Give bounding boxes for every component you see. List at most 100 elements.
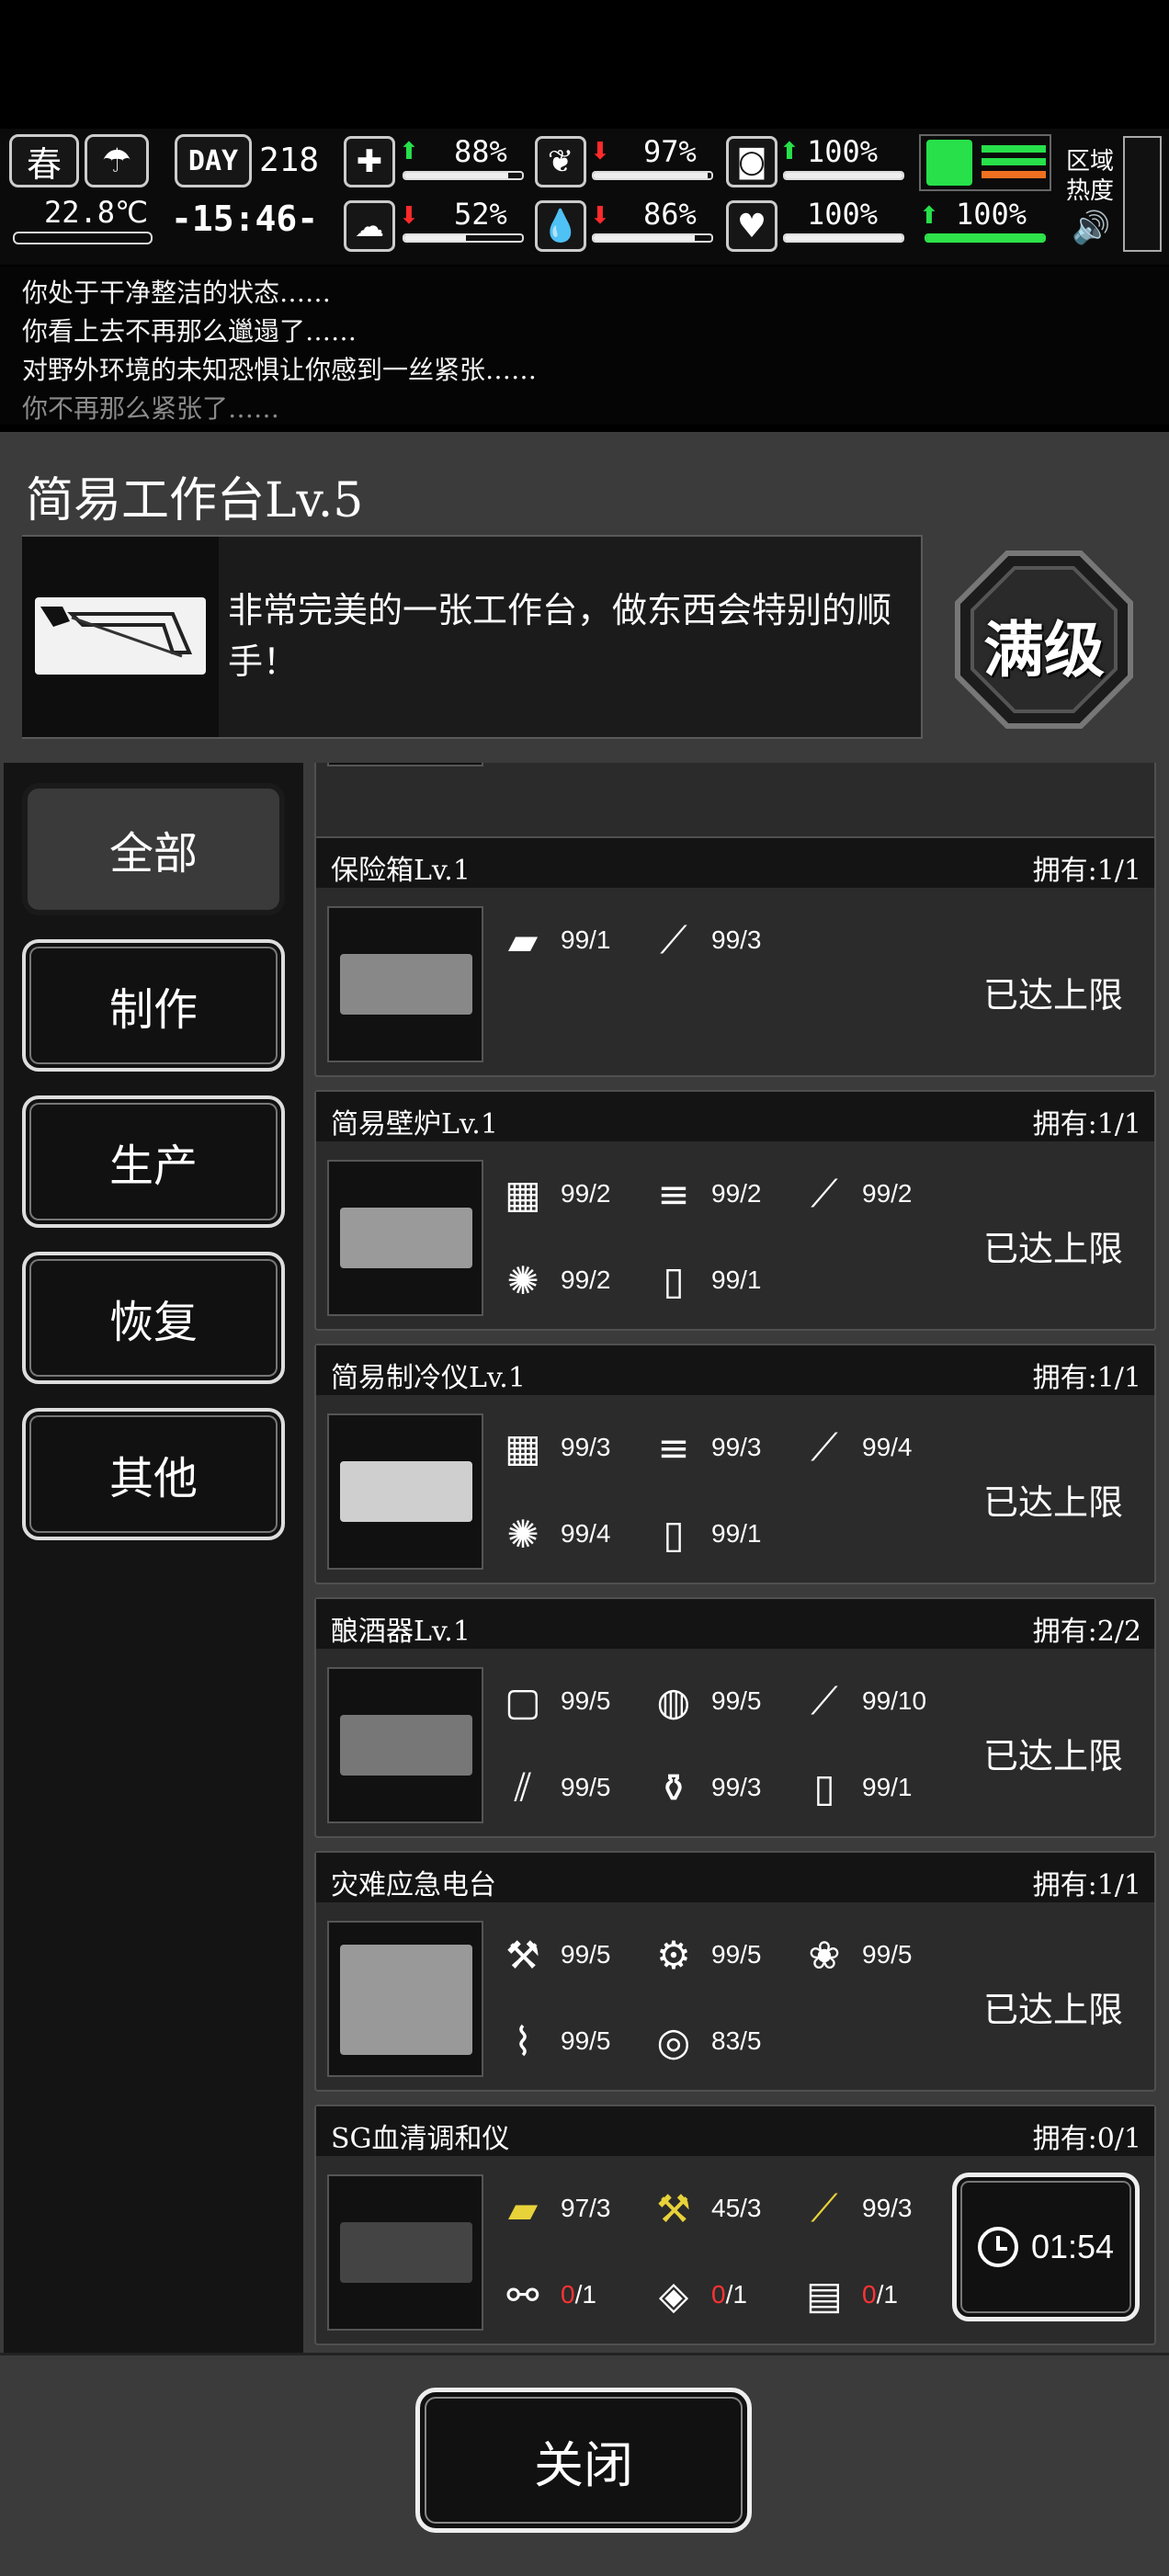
req-count: 99/5 [561,2026,611,2055]
req-count: 45/3 [711,2194,762,2222]
bottle-icon: ⚱ [657,1765,690,1810]
coil-icon: ◎ [656,2018,691,2064]
status-hud: 春 ☂ 22.8℃ DAY 218 -15:46- ✚ ⬆ 88% ❦ ⬇ 97… [0,129,1169,265]
category-label: 恢复 [108,1297,198,1348]
category-label: 制作 [108,984,198,1036]
radio-image [327,1921,483,2077]
sticks-icon: ⫽ [514,1765,532,1810]
recipe-card[interactable]: 保险箱Lv.1 拥有:1/1 ▰ 99/1 ⟋ 99/3 已达上限 [314,836,1156,1077]
recipe-card[interactable]: 简易壁炉Lv.1 拥有:1/1 ▦ 99/2 ≡ 99/2 ⟋ 99/2 ✺ 99/2 … [314,1090,1156,1331]
req-have: 0 [862,2280,877,2309]
day-count: 218 [259,142,320,179]
cooler-image [327,1413,483,1570]
recipe-owned: 拥有:0/1 [1032,2123,1141,2155]
category-produce-button[interactable]: 生产 [22,1095,285,1228]
recipe-image [327,763,483,766]
nails-icon: ⟋ [811,1678,838,1723]
temperature-readout: 22.8℃ [44,195,148,230]
trend-down-icon: ⬇ [590,138,610,165]
cloth-icon: ▢ [505,1678,541,1724]
craft-timer-button[interactable]: 01:54 [952,2173,1140,2321]
hunger-bar [592,171,713,180]
req-have: 0 [711,2280,726,2309]
trend-down-icon: ⬇ [399,202,419,230]
req-count: 99/1 [711,1265,762,1294]
fiber-icon: ✺ [506,1257,539,1303]
recipe-list[interactable]: 保险箱Lv.1 拥有:1/1 ▰ 99/1 ⟋ 99/3 已达上限 简易壁炉Lv.1… [307,763,1163,2353]
req-need: /1 [725,2280,747,2309]
recipe-card[interactable]: 灾难应急电台 拥有:1/1 ⚒ 99/5 ⚙ 99/5 ❀ 99/5 ⌇ 99/5 ◎ 8… [314,1851,1156,2092]
recipe-card[interactable]: SG血清调和仪 拥有:0/1 ▰ 97/3 ⚒ 45/3 ⟋ 99/3 ⚯ 0/1 ◈ 0… [314,2105,1156,2345]
recipe-card[interactable]: 简易制冷仪Lv.1 拥有:1/1 ▦ 99/3 ≡ 99/3 ⟋ 99/4 ✺ 99/4… [314,1344,1156,1584]
req-count: 99/5 [711,1940,762,1969]
yellow-card-icon: ▰ [507,2185,539,2231]
req-count: 99/3 [711,925,762,954]
category-all-button[interactable]: 全部 [22,783,285,915]
fireplace-image [327,1160,483,1316]
req-count: 99/1 [711,1519,762,1548]
req-count: 99/5 [561,1773,611,1801]
workbench-description: 非常完美的一张工作台，做东西会特别的顺手！ [228,590,892,682]
close-label: 关闭 [534,2435,633,2494]
mood-value: 100% [807,197,879,232]
brewer-image [327,1667,483,1823]
req-count: 99/3 [561,1433,611,1461]
category-craft-button[interactable]: 制作 [22,939,285,1072]
thirst-value: 86% [643,197,697,232]
gears-icon: ⚙ [656,1932,691,1978]
speaker-icon[interactable]: 🔊 [1072,210,1110,246]
serum-device-image [327,2174,483,2331]
nails-icon: ⟋ [811,1424,838,1470]
recipe-owned: 拥有:1/1 [1032,1869,1141,1901]
hunger-value: 97% [643,134,697,169]
yellow-parts-icon: ⚒ [656,2185,691,2231]
hygiene-value: 100% [807,134,879,169]
sanity-value: 52% [454,197,507,232]
req-have: 0 [561,2280,575,2309]
logs-icon: ≡ [657,1171,690,1217]
bricks-icon: ▦ [505,1424,541,1470]
req-need: /1 [574,2280,596,2309]
req-count: 83/5 [711,2026,762,2055]
clock-icon [977,2227,1018,2267]
limit-reached-label: 已达上限 [982,1482,1123,1523]
blueprint-device-icon: ◈ [658,2272,689,2318]
req-count: 99/2 [561,1265,611,1294]
category-label: 生产 [108,1140,198,1192]
req-count: 99/3 [862,2194,913,2222]
recipe-name: 保险箱Lv.1 [331,855,471,887]
category-label: 全部 [108,828,198,879]
req-count: 99/5 [711,1686,762,1715]
bricks-icon: ▦ [505,1171,541,1217]
blueprint-board-icon: ▤ [806,2272,843,2318]
limit-reached-label: 已达上限 [982,1736,1123,1776]
fuel-can-icon: ▯ [663,1511,685,1557]
max-level-badge: 满级 [952,548,1136,732]
recipe-name: 灾难应急电台 [331,1869,496,1901]
season-label: 春 [26,143,62,185]
req-count: 99/2 [862,1179,913,1208]
brain-icon: ☁ [344,200,395,252]
limit-reached-label: 已达上限 [982,1229,1123,1269]
medkit-icon: ✚ [344,136,395,187]
close-button[interactable]: 关闭 [415,2388,752,2533]
message-log: 你处于干净整洁的状态…… 你看上去不再那么邋遢了…… 对野外环境的未知恐惧让你感… [0,267,1169,425]
req-count: 99/4 [561,1519,611,1548]
recipe-card[interactable]: 酿酒器Lv.1 拥有:2/2 ▢ 99/5 ◍ 99/5 ⟋ 99/10 ⫽ 99/5 … [314,1597,1156,1838]
category-recover-button[interactable]: 恢复 [22,1252,285,1384]
day-badge: DAY [175,134,252,187]
category-other-button[interactable]: 其他 [22,1408,285,1540]
wires-icon: ⌇ [513,2018,533,2064]
boot-icon [926,140,972,186]
sanity-bar [403,233,524,243]
mood-bar [783,233,904,243]
req-count: 99/3 [711,1773,762,1801]
max-level-label: 满级 [983,614,1105,686]
region-heat-meter [1123,136,1162,252]
recipe-owned: 拥有:2/2 [1032,1616,1141,1648]
recipe-name: SG血清调和仪 [331,2123,510,2155]
req-count: 0/1 [561,2280,596,2309]
recipe-owned: 拥有:1/1 [1032,1108,1141,1140]
req-count: 99/1 [561,925,611,954]
fuel-can-icon: ▯ [663,1257,685,1303]
